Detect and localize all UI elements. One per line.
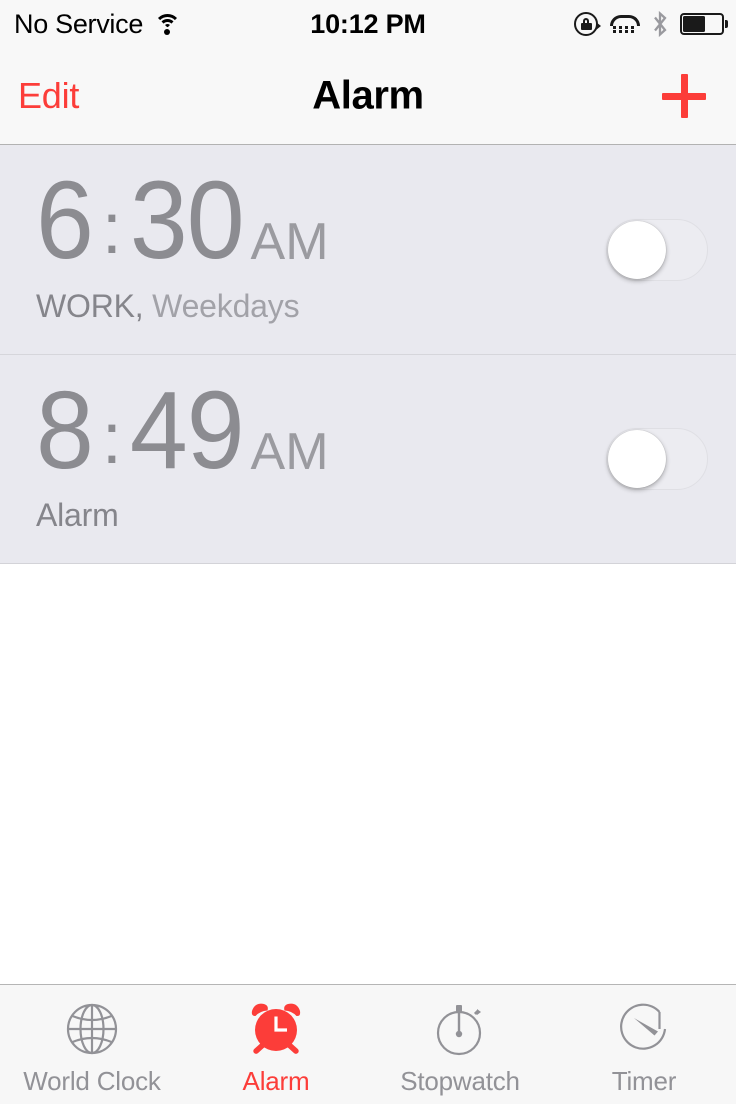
bluetooth-icon xyxy=(651,11,669,37)
time-separator: : xyxy=(101,189,122,270)
stopwatch-icon xyxy=(429,998,491,1060)
alarm-hour: 6 xyxy=(36,159,94,283)
alarm-minute: 30 xyxy=(129,159,245,283)
status-bar-left: No Service xyxy=(14,9,181,40)
alarm-time: 6 : 30 AM xyxy=(36,166,606,276)
alarm-hour: 8 xyxy=(36,368,94,492)
status-bar-clock: 10:12 PM xyxy=(310,8,426,39)
alarm-label: WORK, xyxy=(36,287,144,324)
carrier-label: No Service xyxy=(14,8,144,39)
tty-icon xyxy=(610,13,640,35)
alarm-info: 8 : 49 AM Alarm xyxy=(36,375,606,535)
tab-label: Stopwatch xyxy=(400,1066,520,1096)
tab-label: Timer xyxy=(611,1066,677,1096)
battery-icon xyxy=(680,13,728,35)
alarm-toggle[interactable] xyxy=(606,428,708,490)
tab-stopwatch[interactable]: Stopwatch xyxy=(368,985,552,1104)
globe-icon xyxy=(61,998,123,1060)
tab-label: Alarm xyxy=(242,1066,310,1096)
alarm-subtitle: Alarm xyxy=(36,497,606,534)
alarm-minute: 49 xyxy=(129,368,245,492)
alarm-clock-icon xyxy=(245,998,307,1060)
time-separator: : xyxy=(101,398,122,479)
tab-alarm[interactable]: Alarm xyxy=(184,985,368,1104)
content-area: 6 : 30 AM WORK, Weekdays 8: 49 AM Alarm xyxy=(0,145,736,984)
alarm-repeat: Weekdays xyxy=(152,287,300,324)
alarm-list: 6 : 30 AM WORK, Weekdays 8: 49 AM Alarm xyxy=(0,145,736,564)
timer-icon xyxy=(613,998,675,1060)
alarm-meridiem: AM xyxy=(250,213,329,272)
alarm-info: 6 : 30 AM WORK, Weekdays xyxy=(36,166,606,325)
status-bar: No Service 10:12 PM xyxy=(0,0,736,48)
add-alarm-button[interactable] xyxy=(662,74,706,118)
tab-timer[interactable]: Timer xyxy=(552,985,736,1104)
toggle-knob xyxy=(608,220,666,279)
alarm-time: 8 : 49 AM xyxy=(36,375,606,485)
page-title: Alarm xyxy=(312,73,424,118)
tab-label: World Clock xyxy=(23,1066,161,1096)
alarm-row[interactable]: 6 : 30 AM WORK, Weekdays xyxy=(0,145,736,354)
status-bar-right xyxy=(573,0,728,48)
tab-bar: World Clock Alarm Stopwatch Timer xyxy=(0,984,736,1104)
navigation-bar: Edit Alarm xyxy=(0,48,736,145)
clock-app-screen: No Service 10:12 PM Edit Alarm 6: 30 AM… xyxy=(0,0,736,1104)
alarm-row[interactable]: 8 : 49 AM Alarm xyxy=(0,354,736,563)
toggle-knob xyxy=(608,430,666,488)
rotation-lock-icon xyxy=(573,11,601,37)
alarm-label: Alarm xyxy=(36,497,119,534)
alarm-toggle[interactable] xyxy=(606,218,708,281)
alarm-meridiem: AM xyxy=(250,422,329,481)
wifi-icon xyxy=(153,13,181,35)
tab-world-clock[interactable]: World Clock xyxy=(0,985,184,1104)
alarm-subtitle: WORK, Weekdays xyxy=(36,288,606,325)
